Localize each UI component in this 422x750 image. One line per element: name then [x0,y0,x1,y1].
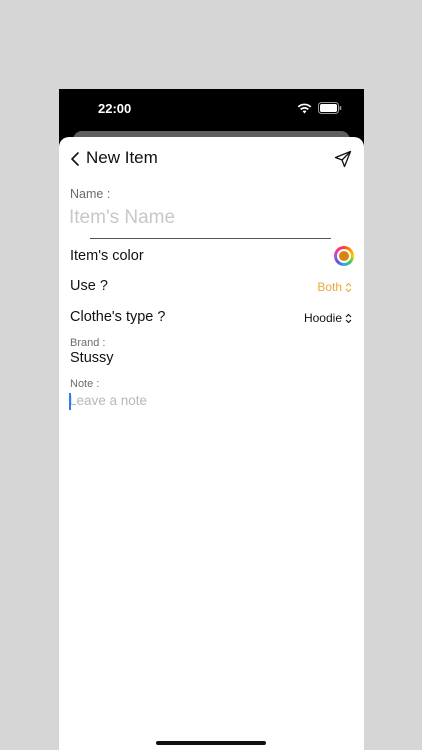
text-cursor [69,393,71,410]
new-item-sheet: New Item Name : Item's color Use ? Both … [59,137,364,750]
clothe-type-label: Clothe's type ? [70,309,166,325]
navigation-bar: New Item [59,137,364,181]
battery-icon [318,102,342,114]
item-color-label: Item's color [70,248,144,264]
wifi-icon [297,103,312,113]
note-input[interactable] [69,393,349,453]
chevron-up-down-icon [345,282,352,292]
status-icons [297,102,342,114]
paper-plane-icon[interactable] [334,150,352,168]
name-divider [90,238,331,239]
brand-value[interactable]: Stussy [70,350,114,366]
name-label: Name : [70,187,111,201]
status-bar: 22:00 [59,89,364,129]
selected-color-swatch [339,251,349,261]
use-picker[interactable]: Both [317,280,352,294]
status-time: 22:00 [98,101,132,116]
page-title: New Item [86,148,158,167]
chevron-up-down-icon [345,313,352,323]
note-label: Note : [70,378,100,390]
phone-screen: 22:00 New Item Name: Item's Name Item's… [59,89,364,750]
use-label: Use ? [70,278,108,294]
color-picker-button[interactable] [334,246,354,266]
clothe-type-picker[interactable]: Hoodie [304,311,352,325]
brand-label: Brand : [70,337,106,349]
item-name-input[interactable] [69,205,319,231]
home-indicator [156,741,266,745]
clothe-type-picker-value: Hoodie [303,311,342,325]
chevron-left-icon[interactable] [69,150,83,168]
use-picker-value: Both [317,280,342,294]
